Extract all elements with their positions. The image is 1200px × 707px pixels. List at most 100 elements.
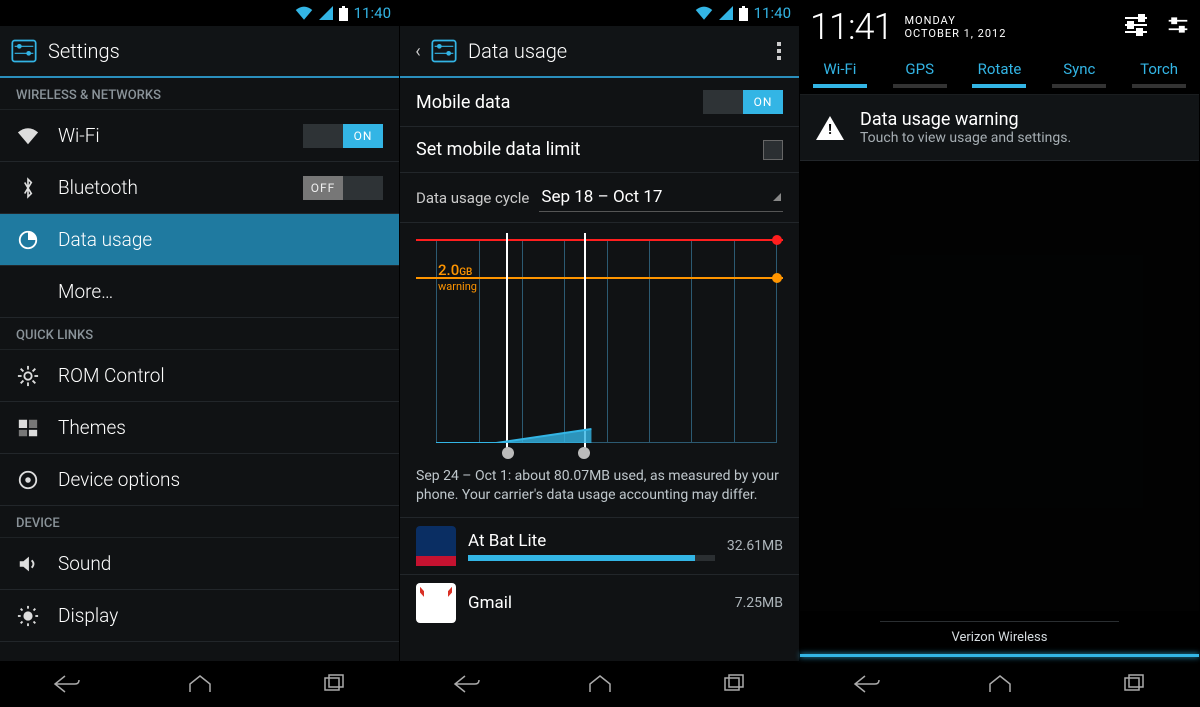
settings-icon[interactable] [430,37,458,65]
mobile-data-toggle[interactable]: ON [703,90,783,114]
qt-gps[interactable]: GPS [893,60,947,88]
shade-handle[interactable] [800,654,1199,657]
nav-recents[interactable] [703,674,763,694]
notification-data-warning[interactable]: Data usage warning Touch to view usage a… [800,95,1199,161]
limit-handle[interactable] [772,235,782,245]
settings-icon [10,37,38,65]
up-icon[interactable]: ‹ [410,41,426,62]
bluetooth-icon [16,177,40,199]
cycle-spinner[interactable]: Sep 18 – Oct 17 [539,183,783,212]
wifi-icon [16,127,40,145]
wifi-icon [695,6,713,20]
cycle-label: Data usage cycle [416,189,529,207]
battery-icon [739,6,748,21]
action-bar: Settings [0,26,399,78]
row-device-options[interactable]: Device options [0,454,399,506]
nav-home[interactable] [970,674,1030,694]
warning-text: warning [438,280,477,293]
section-device: DEVICE [0,506,399,538]
nav-bar [800,661,1199,707]
nav-recents[interactable] [303,674,363,694]
mobile-data-label: Mobile data [416,92,510,113]
display-icon [16,605,40,627]
themes-icon [16,417,40,439]
row-rom-control[interactable]: ROM Control [0,350,399,402]
data-usage-label: Data usage [58,228,383,251]
mobile-data-row[interactable]: Mobile data ON [400,78,799,127]
usage-summary: Sep 24 – Oct 1: about 80.07MB used, as m… [400,459,799,518]
more-label: More… [58,280,383,303]
nav-back[interactable] [37,674,97,694]
overflow-menu[interactable] [769,34,789,68]
status-bar: 11:40 [400,0,799,26]
nav-back[interactable] [837,674,897,694]
toggle-on-text: ON [743,90,783,114]
section-quick-links: QUICK LINKS [0,318,399,350]
app-row-atbat[interactable]: At Bat Lite 32.61MB [400,518,799,575]
qt-torch[interactable]: Torch [1132,60,1186,88]
panel-settings: 11:40 Settings WIRELESS & NETWORKS Wi-Fi… [0,0,400,707]
toggle-off-text: OFF [303,176,343,200]
toggle-on-text: ON [343,124,383,148]
bluetooth-label: Bluetooth [58,176,285,199]
warning-value: 2.0GB [438,261,472,279]
app-name: Gmail [468,593,723,613]
signal-icon [319,6,333,20]
quick-settings-icon[interactable] [1123,14,1149,40]
set-limit-row[interactable]: Set mobile data limit [400,127,799,173]
wifi-label: Wi-Fi [58,124,285,147]
limit-line[interactable] [416,239,783,241]
cycle-row[interactable]: Data usage cycle Sep 18 – Oct 17 [400,173,799,223]
themes-label: Themes [58,416,383,439]
qt-wifi[interactable]: Wi-Fi [813,60,867,88]
page-title: Data usage [468,39,567,63]
shade-date: MONDAY OCTOBER 1, 2012 [904,14,1006,40]
section-wireless: WIRELESS & NETWORKS [0,78,399,110]
sound-label: Sound [58,552,383,575]
settings-list[interactable]: WIRELESS & NETWORKS Wi-Fi ON Bluetooth O… [0,78,399,661]
page-title: Settings [48,39,120,63]
dropdown-icon [773,193,781,201]
nav-recents[interactable] [1103,674,1163,694]
target-icon [16,469,40,491]
warning-icon [816,116,844,140]
row-themes[interactable]: Themes [0,402,399,454]
selection-handle-left[interactable] [502,447,514,459]
cycle-value: Sep 18 – Oct 17 [541,187,662,207]
shade-background [800,161,1199,611]
nav-home[interactable] [570,674,630,694]
qt-sync[interactable]: Sync [1052,60,1106,88]
settings-shortcut-icon[interactable] [1167,14,1189,40]
wifi-icon [295,6,313,20]
row-bluetooth[interactable]: Bluetooth OFF [0,162,399,214]
nav-bar [0,661,399,707]
set-limit-label: Set mobile data limit [416,139,580,160]
bluetooth-toggle[interactable]: OFF [303,176,383,200]
app-size: 32.61MB [727,538,783,554]
notif-subtitle: Touch to view usage and settings. [860,130,1071,146]
app-row-gmail[interactable]: Gmail 7.25MB [400,575,799,631]
app-name: At Bat Lite [468,531,715,551]
row-wifi[interactable]: Wi-Fi ON [0,110,399,162]
data-usage-content[interactable]: Mobile data ON Set mobile data limit Dat… [400,78,799,661]
nav-home[interactable] [170,674,230,694]
shade-clock: 11:41 [810,6,892,48]
notif-title: Data usage warning [860,109,1071,130]
data-usage-icon [16,229,40,251]
usage-area [436,393,777,443]
row-data-usage[interactable]: Data usage [0,214,399,266]
row-sound[interactable]: Sound [0,538,399,590]
status-time: 11:40 [754,4,791,22]
shade-header: 11:41 MONDAY OCTOBER 1, 2012 [800,0,1199,50]
nav-back[interactable] [437,674,497,694]
selection-handle-right[interactable] [578,447,590,459]
row-display[interactable]: Display [0,590,399,642]
usage-chart[interactable]: 2.0GB warning [416,233,783,453]
wifi-toggle[interactable]: ON [303,124,383,148]
set-limit-checkbox[interactable] [763,140,783,160]
nav-bar [400,661,799,707]
rom-control-label: ROM Control [58,364,383,387]
warning-handle[interactable] [772,273,782,283]
qt-rotate[interactable]: Rotate [972,60,1026,88]
row-more[interactable]: More… [0,266,399,318]
